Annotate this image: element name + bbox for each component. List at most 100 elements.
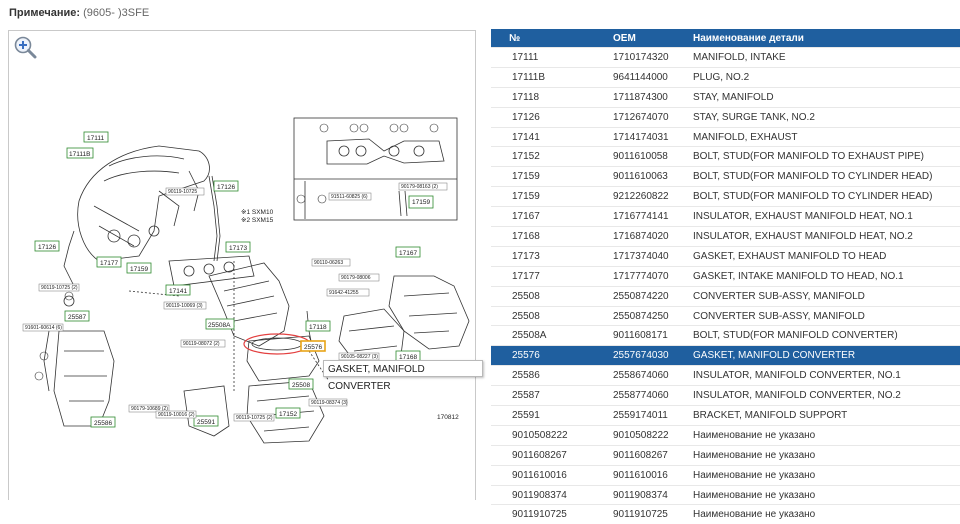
svg-text:90119-10069 (3): 90119-10069 (3)	[166, 303, 203, 309]
svg-text:25508: 25508	[292, 382, 310, 389]
cell-number: 25508	[512, 310, 540, 322]
cell-number: 17167	[512, 211, 540, 223]
cell-name: INSULATOR, MANIFOLD CONVERTER, NO.1	[693, 370, 901, 382]
table-row[interactable]: 9011910725 9011910725 Наименование не указ…	[491, 504, 960, 524]
cell-name: MANIFOLD, INTAKE	[693, 51, 786, 63]
table-row[interactable]: 17152 9011610058 BOLT, STUD(FOR MANIFOLD T…	[491, 146, 960, 167]
cell-name: Наименование не указано	[693, 489, 816, 501]
svg-text:17159: 17159	[130, 266, 148, 273]
svg-text:17173: 17173	[229, 245, 247, 252]
cell-number: 9011910725	[512, 509, 567, 521]
cell-name: INSULATOR, EXHAUST MANIFOLD HEAT, NO.2	[693, 230, 913, 242]
svg-text:91642-41255: 91642-41255	[329, 290, 359, 296]
svg-text:17118: 17118	[309, 324, 327, 331]
cell-name: BOLT, STUD(FOR MANIFOLD CONVERTER)	[693, 330, 898, 342]
cell-number: 17111B	[512, 71, 545, 83]
cell-oem: 1717374040	[613, 250, 669, 262]
cell-name: GASKET, MANIFOLD CONVERTER	[693, 350, 856, 362]
table-row[interactable]: 25508 2550874250 CONVERTER SUB-ASSY, MANIF…	[491, 306, 960, 326]
svg-text:17159: 17159	[412, 199, 430, 206]
cell-name: Наименование не указано	[693, 429, 816, 441]
table-row[interactable]: 25587 2558774060 INSULATOR, MANIFOLD CONVE…	[491, 385, 960, 406]
cell-number: 17159	[512, 191, 540, 203]
cell-oem: 9212260822	[613, 191, 669, 203]
table-row[interactable]: 17167 1716774141 INSULATOR, EXHAUST MANIFO…	[491, 206, 960, 227]
column-header-number[interactable]: №	[491, 29, 613, 48]
svg-text:91601-60614 (6): 91601-60614 (6)	[25, 325, 62, 331]
note: Примечание: (9605- )3SFE	[9, 7, 149, 19]
svg-text:90179-08163 (2): 90179-08163 (2)	[401, 184, 438, 190]
table-row[interactable]: 25591 2559174011 BRACKET, MANIFOLD SUPPORT	[491, 405, 960, 426]
cell-oem: 9011908374	[613, 489, 668, 501]
svg-text:17111B: 17111B	[69, 151, 90, 158]
table-row[interactable]: 9011908374 9011908374 Наименование не указ…	[491, 485, 960, 505]
svg-text:90119-10725: 90119-10725	[168, 189, 197, 195]
svg-text:90119-10725 (2): 90119-10725 (2)	[41, 285, 78, 291]
diagram-code: 170812	[437, 414, 459, 421]
cell-number: 25576	[512, 350, 540, 362]
table-row[interactable]: 17111 1710174320 MANIFOLD, INTAKE	[491, 47, 960, 68]
cell-oem: 2557674030	[613, 350, 669, 362]
table-row[interactable]: 17126 1712674070 STAY, SURGE TANK, NO.2	[491, 107, 960, 127]
column-header-oem[interactable]: OEM	[613, 29, 693, 48]
table-row[interactable]: 9011610016 9011610016 Наименование не указ…	[491, 465, 960, 485]
svg-text:17111: 17111	[87, 135, 104, 142]
table-row[interactable]: 17111B 9641144000 PLUG, NO.2	[491, 67, 960, 87]
cell-oem: 2558674060	[613, 370, 669, 382]
cell-oem: 2559174011	[613, 409, 668, 421]
exploded-parts-diagram: 17111 17111B 17126 17126 17177 17159 171…	[22, 117, 470, 444]
table-row[interactable]: 9010508222 9010508222 Наименование не указ…	[491, 425, 960, 445]
table-row[interactable]: 17141 1714174031 MANIFOLD, EXHAUST	[491, 127, 960, 147]
cell-oem: 9011608171	[613, 330, 668, 342]
table-row[interactable]: 25508A 9011608171 BOLT, STUD(FOR MANIFOLD …	[491, 325, 960, 346]
table-row[interactable]: 17168 1716874020 INSULATOR, EXHAUST MANIFO…	[491, 226, 960, 247]
cell-name: CONVERTER SUB-ASSY, MANIFOLD	[693, 310, 865, 322]
table-row[interactable]: 25586 2558674060 INSULATOR, MANIFOLD CONVE…	[491, 365, 960, 386]
part-tooltip: GASKET, MANIFOLD CONVERTER	[323, 360, 483, 392]
svg-text:17177: 17177	[100, 260, 118, 267]
cell-oem: 9010508222	[613, 429, 669, 441]
table-row[interactable]: 9011608267 9011608267 Наименование не указ…	[491, 445, 960, 465]
table-row[interactable]: 25508 2550874220 CONVERTER SUB-ASSY, MANIF…	[491, 286, 960, 306]
cell-name: INSULATOR, EXHAUST MANIFOLD HEAT, NO.1	[693, 211, 913, 223]
cell-name: PLUG, NO.2	[693, 71, 750, 83]
cell-name: Наименование не указано	[693, 509, 816, 521]
diagram-legend-1: ※1 SXM10	[241, 209, 274, 216]
parts-table: № OEM Наименование детали 17111 171017432…	[491, 29, 960, 524]
table-row[interactable]: 17173 1717374040 GASKET, EXHAUST MANIFOLD …	[491, 246, 960, 266]
cell-name: BOLT, STUD(FOR MANIFOLD TO EXHAUST PIPE)	[693, 151, 924, 163]
cell-oem: 1714174031	[613, 131, 669, 143]
svg-text:17141: 17141	[169, 288, 187, 295]
table-row[interactable]: 17118 1711874300 STAY, MANIFOLD	[491, 87, 960, 107]
svg-text:90179-08006: 90179-08006	[341, 275, 371, 281]
note-label: Примечание:	[9, 7, 81, 19]
cell-number: 9011908374	[512, 489, 567, 501]
svg-text:25576: 25576	[304, 344, 322, 351]
svg-text:25508A: 25508A	[208, 322, 231, 329]
cell-name: MANIFOLD, EXHAUST	[693, 131, 798, 143]
table-row[interactable]: 17159 9212260822 BOLT, STUD(FOR MANIFOLD T…	[491, 186, 960, 207]
cell-oem: 9641144000	[613, 71, 668, 83]
svg-text:90119-10725 (2): 90119-10725 (2)	[236, 415, 273, 421]
cell-number: 9011608267	[512, 449, 567, 461]
cell-number: 9011610016	[512, 469, 567, 481]
table-row[interactable]: 17159 9011610063 BOLT, STUD(FOR MANIFOLD T…	[491, 166, 960, 187]
cell-name: STAY, SURGE TANK, NO.2	[693, 111, 815, 123]
cell-oem: 9011610016	[613, 469, 668, 481]
cell-name: BOLT, STUD(FOR MANIFOLD TO CYLINDER HEAD…	[693, 191, 933, 203]
cell-oem: 1710174320	[613, 51, 669, 63]
cell-number: 17141	[512, 131, 540, 143]
column-header-name[interactable]: Наименование детали	[693, 29, 960, 48]
table-row[interactable]: 17177 1717774070 GASKET, INTAKE MANIFOLD T…	[491, 266, 960, 286]
table-row[interactable]: 25576 2557674030 GASKET, MANIFOLD CONVERTE…	[491, 345, 960, 366]
svg-text:25591: 25591	[197, 419, 215, 426]
svg-text:90110-06263: 90110-06263	[314, 260, 343, 266]
cell-number: 25586	[512, 370, 540, 382]
cell-number: 17177	[512, 270, 540, 282]
cell-name: CONVERTER SUB-ASSY, MANIFOLD	[693, 290, 865, 302]
cell-oem: 1717774070	[613, 270, 669, 282]
cell-name: BRACKET, MANIFOLD SUPPORT	[693, 409, 848, 421]
cell-name: Наименование не указано	[693, 469, 816, 481]
cell-number: 17159	[512, 171, 540, 183]
svg-text:17126: 17126	[38, 244, 56, 251]
